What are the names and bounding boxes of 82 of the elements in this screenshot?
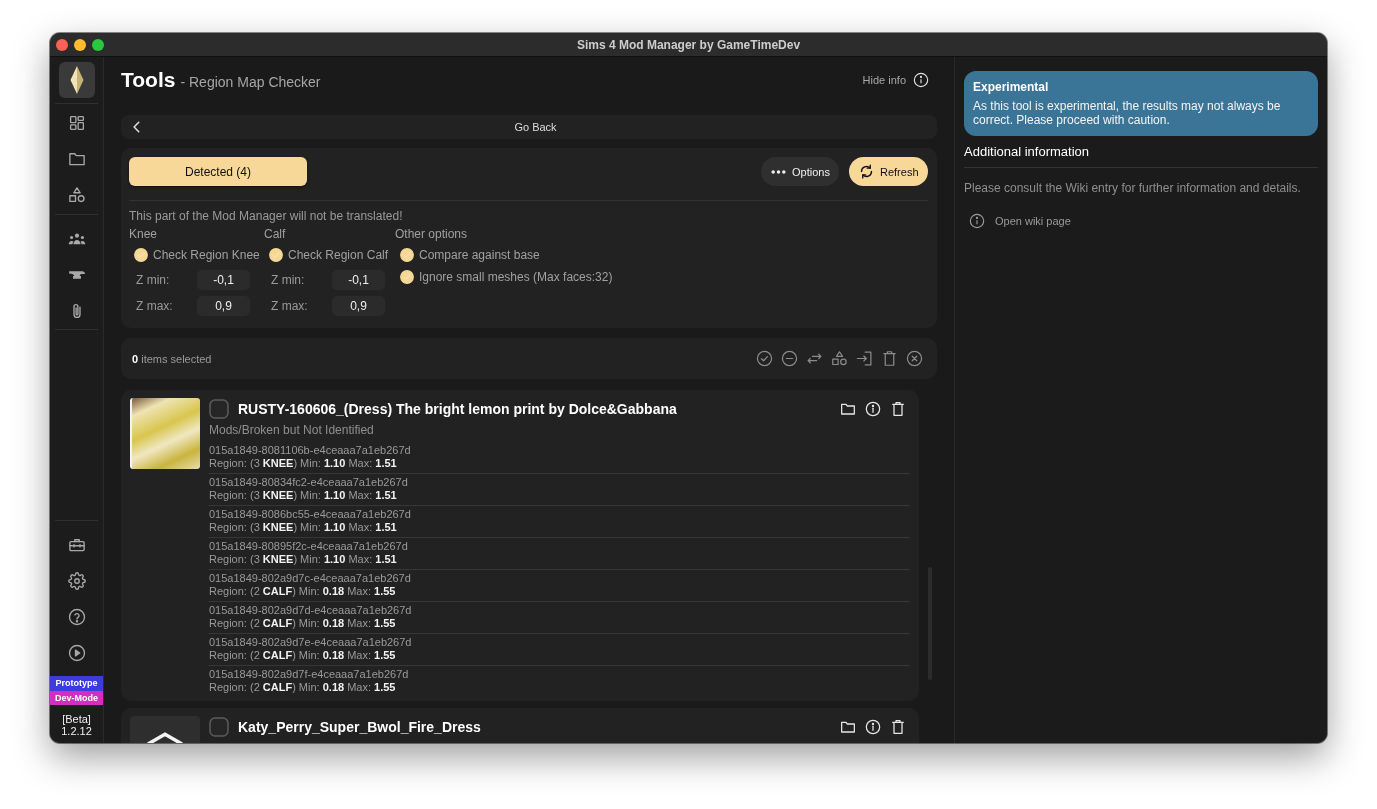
field-label: Z max: bbox=[271, 299, 309, 313]
ellipsis-icon bbox=[771, 169, 786, 174]
check-circle-icon[interactable] bbox=[756, 350, 773, 367]
play-icon[interactable] bbox=[67, 644, 86, 662]
settings-icon[interactable] bbox=[67, 572, 86, 590]
file-path: Mods/Broken but Not Identified bbox=[209, 423, 375, 437]
filter-tab[interactable]: Detected (4) bbox=[129, 157, 307, 186]
column-heading: Knee bbox=[129, 227, 159, 241]
photo-placeholder bbox=[130, 398, 200, 469]
mesh-id: 015a1849-80834fc2-e4ceaaa7a1eb267d bbox=[209, 476, 409, 489]
hide-info-button[interactable]: Hide info bbox=[862, 72, 929, 88]
shapes-icon[interactable] bbox=[831, 350, 848, 367]
region-info: Region: (3 KNEE) Min: 1.10 Max: 1.51 bbox=[209, 553, 398, 566]
folder-icon[interactable] bbox=[840, 719, 856, 735]
mode-badge: Prototype bbox=[50, 676, 103, 691]
mesh-id: 015a1849-802a9d7d-e4ceaaa7a1eb267d bbox=[209, 604, 413, 617]
region-info: Region: (3 KNEE) Min: 1.10 Max: 1.51 bbox=[209, 521, 398, 534]
alert-title: Experimental bbox=[973, 80, 1050, 94]
info-icon[interactable] bbox=[865, 719, 881, 735]
field-label: Z min: bbox=[136, 273, 171, 287]
mesh-id: 015a1849-802a9d7e-e4ceaaa7a1eb267d bbox=[209, 636, 413, 649]
region-info: Region: (3 KNEE) Min: 1.10 Max: 1.51 bbox=[209, 489, 398, 502]
window-close-icon[interactable] bbox=[56, 38, 68, 51]
notice-text: This part of the Mod Manager will not be translated! bbox=[129, 209, 404, 223]
wiki-link[interactable]: Open wiki page bbox=[964, 213, 1318, 229]
window-minimize-icon[interactable] bbox=[74, 38, 86, 51]
mesh-id: 015a1849-8086bc55-e4ceaaa7a1eb267d bbox=[209, 508, 412, 521]
info-text: Please consult the Wiki entry for further information and details. bbox=[964, 181, 1302, 195]
refresh-icon bbox=[859, 164, 874, 179]
window-title: Sims 4 Mod Manager by GameTimeDev bbox=[576, 37, 801, 52]
toolbox-icon[interactable] bbox=[67, 536, 86, 554]
info-icon bbox=[913, 72, 929, 88]
trash-icon[interactable] bbox=[890, 401, 906, 417]
version-number: 1.2.12 bbox=[61, 725, 92, 737]
number-field[interactable]: -0,1 bbox=[197, 270, 250, 290]
section-heading: Additional information bbox=[964, 144, 1091, 160]
import-icon[interactable] bbox=[856, 350, 873, 367]
number-field[interactable]: 0,9 bbox=[197, 296, 250, 316]
window-zoom-icon[interactable] bbox=[92, 38, 104, 51]
mesh-id: 015a1849-8081106b-e4ceaaa7a1eb267d bbox=[209, 444, 412, 457]
trash-icon[interactable] bbox=[890, 719, 906, 735]
mesh-id: 015a1849-802a9d7f-e4ceaaa7a1eb267d bbox=[209, 668, 410, 681]
region-info: Region: (2 CALF) Min: 0.18 Max: 1.55 bbox=[209, 649, 397, 662]
region-info: Region: (2 CALF) Min: 0.18 Max: 1.55 bbox=[209, 617, 397, 630]
number-field[interactable]: 0,9 bbox=[332, 296, 385, 316]
grid-icon[interactable] bbox=[67, 114, 86, 132]
chevron-up-icon bbox=[146, 732, 184, 743]
go-back-button[interactable]: Go Back bbox=[121, 115, 937, 139]
field-label: Z max: bbox=[136, 299, 174, 313]
close-icon[interactable] bbox=[906, 350, 923, 367]
alert-text: As this tool is experimental, the results may not always be correct. Please proceed with caution. bbox=[973, 99, 1282, 127]
selection-count: 0 items selected bbox=[132, 352, 212, 365]
column-heading: Other options bbox=[395, 227, 469, 241]
region-info: Region: (2 CALF) Min: 0.18 Max: 1.55 bbox=[209, 681, 397, 694]
refresh-button[interactable]: Refresh bbox=[849, 157, 928, 186]
page-subtitle: - Region Map Checker bbox=[180, 74, 321, 90]
number-field[interactable]: -0,1 bbox=[332, 270, 385, 290]
mod-title: RUSTY-160606_(Dress) The bright lemon print by Dolce&Gabbana bbox=[238, 401, 677, 417]
mesh-id: 015a1849-80895f2c-e4ceaaa7a1eb267d bbox=[209, 540, 409, 553]
region-info: Region: (3 KNEE) Min: 1.10 Max: 1.51 bbox=[209, 457, 398, 470]
mod-title: Katy_Perry_Super_Bwol_Fire_Dress bbox=[238, 719, 481, 735]
checkbox-label[interactable]: Ignore small meshes (Max faces:32) bbox=[419, 270, 613, 284]
folder-icon[interactable] bbox=[840, 401, 856, 417]
field-label: Z min: bbox=[271, 273, 306, 287]
shapes-icon[interactable] bbox=[67, 186, 86, 204]
folder-icon[interactable] bbox=[67, 150, 86, 168]
minus-circle-icon[interactable] bbox=[781, 350, 798, 367]
checkbox-label[interactable]: Check Region Knee bbox=[153, 248, 260, 262]
region-info: Region: (2 CALF) Min: 0.18 Max: 1.55 bbox=[209, 585, 397, 598]
info-icon bbox=[969, 213, 985, 229]
column-heading: Calf bbox=[264, 227, 287, 241]
checkbox-label[interactable]: Check Region Calf bbox=[288, 248, 389, 262]
checkbox-label[interactable]: Compare against base bbox=[419, 248, 540, 262]
page-title: Tools bbox=[121, 67, 176, 93]
options-button[interactable]: Options bbox=[761, 157, 839, 186]
checkbox[interactable] bbox=[209, 717, 229, 737]
mesh-id: 015a1849-802a9d7c-e4ceaaa7a1eb267d bbox=[209, 572, 412, 585]
help-icon[interactable] bbox=[67, 608, 86, 626]
diamond-logo-icon[interactable] bbox=[58, 62, 95, 98]
checkbox[interactable] bbox=[209, 399, 229, 419]
info-icon[interactable] bbox=[865, 401, 881, 417]
version-tag: [Beta] bbox=[61, 713, 92, 725]
